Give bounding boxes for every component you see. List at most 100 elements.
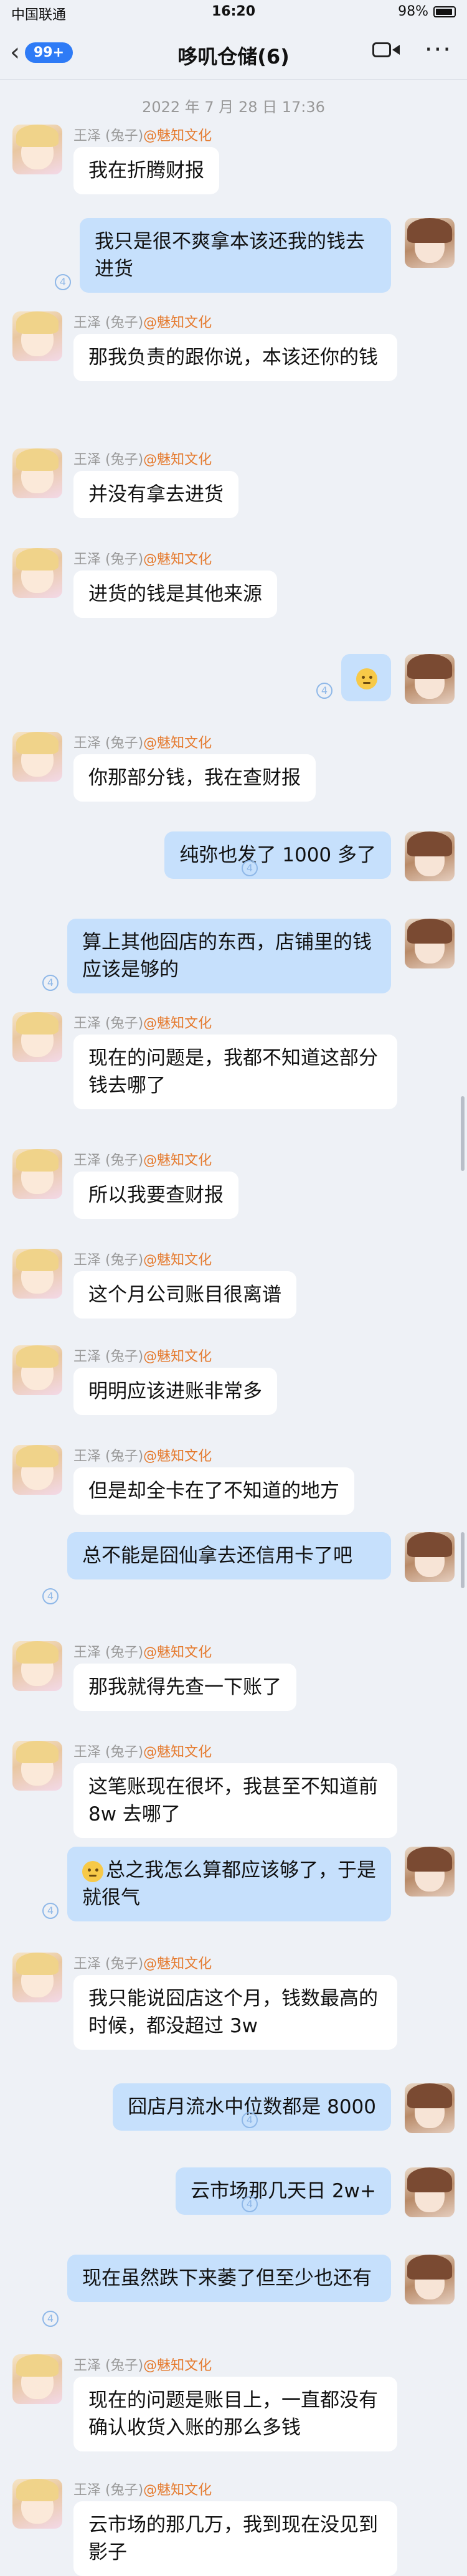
sender-avatar[interactable] xyxy=(12,2354,62,2404)
message-bubble[interactable]: 那我就得先查一下账了 xyxy=(73,1664,296,1711)
more-icon[interactable]: ··· xyxy=(425,37,452,62)
sender-avatar[interactable] xyxy=(12,1641,62,1691)
message-bubble[interactable]: 纯弥也发了 1000 多了 xyxy=(164,831,391,879)
sender-name: 王泽 (兔子)@魅知文化 xyxy=(73,1149,212,1169)
message-text: 这笔账现在很坏，我甚至不知道前 8w 去哪了 xyxy=(88,1776,378,1825)
sender-avatar[interactable] xyxy=(12,1445,62,1495)
message-text: 现在的问题是，我都不知道这部分钱去哪了 xyxy=(88,1047,378,1097)
sender-org: @魅知文化 xyxy=(143,1252,212,1268)
message-bubble[interactable]: 这笔账现在很坏，我甚至不知道前 8w 去哪了 xyxy=(73,1763,397,1838)
status-bar: 中国联通 16:20 98% xyxy=(0,0,467,25)
message-bubble[interactable]: 云市场的那几万，我到现在没见到影子 xyxy=(73,2501,397,2576)
sender-nickname: 王泽 (兔子) xyxy=(73,1956,144,1972)
battery-icon xyxy=(433,6,456,17)
message-bubble[interactable]: 现在的问题是，我都不知道这部分钱去哪了 xyxy=(73,1035,397,1109)
message-bubble[interactable]: 但是却全卡在了不知道的地方 xyxy=(73,1467,354,1515)
my-avatar[interactable] xyxy=(405,919,455,968)
message-bubble[interactable]: 明明应该进账非常多 xyxy=(73,1368,277,1415)
message-text: 但是却全卡在了不知道的地方 xyxy=(88,1480,339,1502)
my-avatar[interactable] xyxy=(405,831,455,881)
my-avatar[interactable] xyxy=(405,1532,455,1582)
my-avatar[interactable] xyxy=(405,1847,455,1896)
my-avatar[interactable] xyxy=(405,654,455,704)
sender-org: @魅知文化 xyxy=(143,1349,212,1365)
sender-nickname: 王泽 (兔子) xyxy=(73,128,144,144)
my-avatar[interactable] xyxy=(405,2255,455,2304)
message-timestamp: 2022 年 7 月 28 日 17:36 xyxy=(142,98,325,116)
read-receipt-icon: 4 xyxy=(242,860,258,876)
sender-avatar[interactable] xyxy=(12,732,62,782)
sender-org: @魅知文化 xyxy=(143,1645,212,1660)
message-text: 算上其他囧店的东西，店铺里的钱应该是够的 xyxy=(82,931,372,981)
sender-nickname: 王泽 (兔子) xyxy=(73,2483,144,2498)
sender-org: @魅知文化 xyxy=(143,1449,212,1464)
sender-avatar[interactable] xyxy=(12,1249,62,1299)
read-receipt-icon: 4 xyxy=(42,1588,59,1604)
message-bubble[interactable]: 并没有拿去进货 xyxy=(73,471,238,518)
message-bubble[interactable]: 总不能是囧仙拿去还信用卡了吧 xyxy=(67,1532,391,1579)
message-text: 所以我要查财报 xyxy=(88,1184,224,1206)
message-bubble[interactable]: 总之我怎么算都应该够了，于是就很气 xyxy=(67,1847,391,1921)
sender-nickname: 王泽 (兔子) xyxy=(73,1016,144,1031)
sender-avatar[interactable] xyxy=(12,1012,62,1062)
sender-name: 王泽 (兔子)@魅知文化 xyxy=(73,1249,212,1269)
scrollbar[interactable] xyxy=(461,1096,465,1171)
sender-org: @魅知文化 xyxy=(143,1956,212,1972)
read-receipt-icon: 4 xyxy=(242,2196,258,2212)
message-bubble[interactable]: 现在的问题是账目上，一直都没有确认收货入账的那么多钱 xyxy=(73,2377,397,2451)
message-bubble[interactable]: 所以我要查财报 xyxy=(73,1172,238,1219)
read-receipt-icon: 4 xyxy=(42,1903,59,1919)
message-text: 进货的钱是其他来源 xyxy=(88,583,262,605)
message-text: 总不能是囧仙拿去还信用卡了吧 xyxy=(82,1545,352,1567)
message-bubble[interactable]: 云市场那几天日 2w+ xyxy=(176,2167,391,2215)
sender-avatar[interactable] xyxy=(12,1741,62,1791)
message-bubble[interactable]: 算上其他囧店的东西，店铺里的钱应该是够的 xyxy=(67,919,391,993)
sender-avatar[interactable] xyxy=(12,1953,62,2002)
video-call-icon[interactable] xyxy=(372,40,400,60)
sender-avatar[interactable] xyxy=(12,1345,62,1395)
sender-name: 王泽 (兔子)@魅知文化 xyxy=(73,548,212,568)
sender-avatar[interactable] xyxy=(12,548,62,598)
read-receipt-icon: 4 xyxy=(42,975,59,991)
message-bubble[interactable]: 我只能说囧店这个月，钱数最高的时候，都没超过 3w xyxy=(73,1975,397,2050)
message-text: 总之我怎么算都应该够了，于是就很气 xyxy=(82,1859,376,1909)
sender-avatar[interactable] xyxy=(12,125,62,174)
sender-name: 王泽 (兔子)@魅知文化 xyxy=(73,732,212,752)
message-text: 那我就得先查一下账了 xyxy=(88,1676,281,1698)
message-bubble[interactable]: 我在折腾财报 xyxy=(73,147,219,194)
message-bubble[interactable] xyxy=(341,654,391,701)
sender-nickname: 王泽 (兔子) xyxy=(73,1349,144,1365)
my-avatar[interactable] xyxy=(405,2167,455,2217)
sender-avatar[interactable] xyxy=(12,1149,62,1199)
sender-avatar[interactable] xyxy=(12,311,62,361)
my-avatar[interactable] xyxy=(405,218,455,268)
sender-org: @魅知文化 xyxy=(143,1016,212,1031)
sender-avatar[interactable] xyxy=(12,448,62,498)
message-bubble[interactable]: 进货的钱是其他来源 xyxy=(73,571,277,618)
sender-name: 王泽 (兔子)@魅知文化 xyxy=(73,1741,212,1761)
message-text: 云市场的那几万，我到现在没见到影子 xyxy=(88,2514,378,2564)
message-text: 我只是很不爽拿本该还我的钱去进货 xyxy=(95,230,365,280)
message-bubble[interactable]: 现在虽然跌下来萎了但至少也还有 xyxy=(67,2255,391,2302)
sender-org: @魅知文化 xyxy=(143,2483,212,2498)
battery-percent: 98% xyxy=(398,4,428,19)
message-text: 我只能说囧店这个月，钱数最高的时候，都没超过 3w xyxy=(88,1987,378,2037)
sweat-face-emoji-icon xyxy=(356,668,377,689)
message-bubble[interactable]: 我只是很不爽拿本该还我的钱去进货 xyxy=(80,218,391,293)
sender-name: 王泽 (兔子)@魅知文化 xyxy=(73,448,212,468)
sender-name: 王泽 (兔子)@魅知文化 xyxy=(73,125,212,144)
message-bubble[interactable]: 这个月公司账目很离谱 xyxy=(73,1271,296,1319)
sender-name: 王泽 (兔子)@魅知文化 xyxy=(73,1445,212,1465)
my-avatar[interactable] xyxy=(405,2083,455,2133)
scrollbar-track-mark xyxy=(461,1532,465,1588)
sender-nickname: 王泽 (兔子) xyxy=(73,1449,144,1464)
sender-nickname: 王泽 (兔子) xyxy=(73,1645,144,1660)
sender-org: @魅知文化 xyxy=(143,1153,212,1168)
message-bubble[interactable]: 那我负责的跟你说，本该还你的钱 xyxy=(73,334,397,381)
sender-org: @魅知文化 xyxy=(143,736,212,751)
message-bubble[interactable]: 你那部分钱，我在查财报 xyxy=(73,754,316,802)
sender-name: 王泽 (兔子)@魅知文化 xyxy=(73,311,212,331)
sender-avatar[interactable] xyxy=(12,2479,62,2529)
message-text: 现在虽然跌下来萎了但至少也还有 xyxy=(82,2267,372,2290)
message-text: 你那部分钱，我在查财报 xyxy=(88,767,301,789)
